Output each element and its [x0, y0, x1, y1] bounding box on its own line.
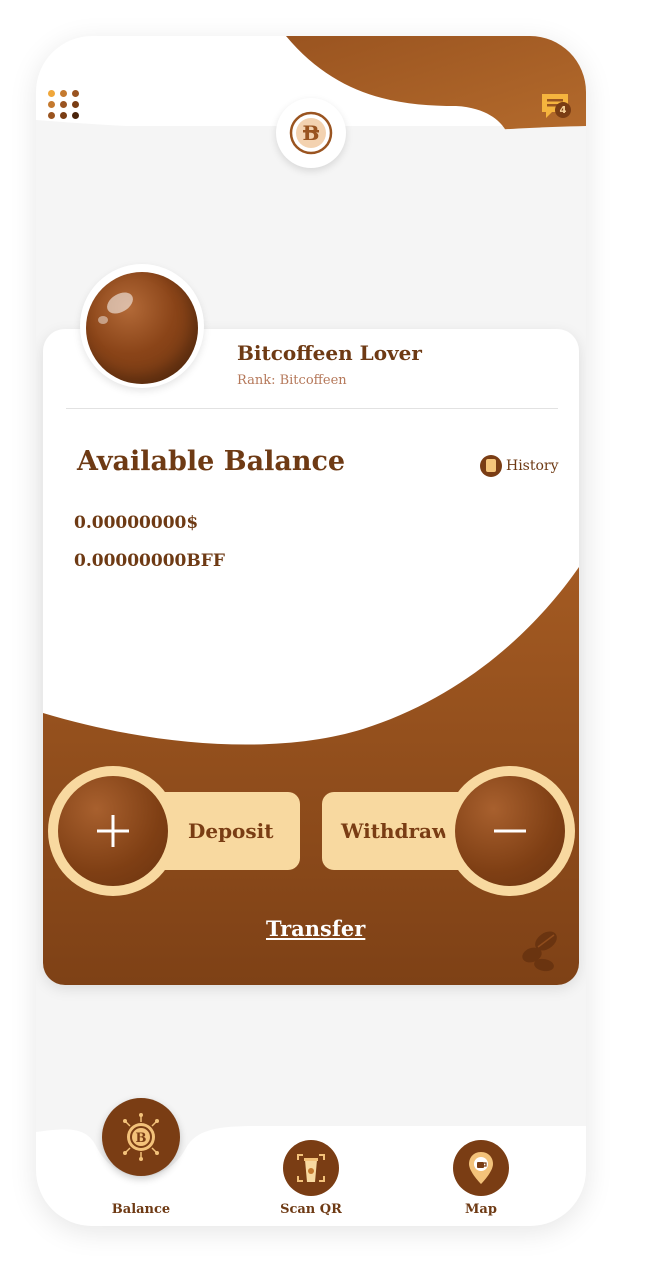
nav-map-label[interactable]: Map [441, 1202, 521, 1217]
map-pin-coffee-icon [469, 1152, 493, 1184]
history-label: History [506, 458, 559, 474]
messages-badge: 4 [555, 102, 571, 118]
history-icon [480, 455, 502, 477]
svg-text:B: B [136, 1131, 147, 1146]
nav-balance-label[interactable]: Balance [101, 1202, 181, 1217]
nav-balance-button[interactable]: B [102, 1098, 180, 1176]
bitcoffee-logo-icon: B [289, 111, 333, 155]
divider [66, 408, 558, 409]
menu-grid-icon[interactable] [48, 90, 84, 120]
plus-icon [97, 815, 129, 847]
nav-scan-qr-button[interactable] [283, 1140, 339, 1196]
balance-title: Available Balance [77, 446, 346, 477]
phone-screen: 4 B Bitcoffeen Lover Rank: Bitcoffeen Av… [36, 36, 586, 1226]
minus-icon [494, 829, 526, 833]
balance-usd: 0.00000000$ [74, 513, 199, 533]
balance-bff: 0.00000000BFF [74, 551, 225, 571]
bitcoffee-coin-icon: B [123, 1113, 159, 1161]
deposit-label: Deposit [188, 819, 274, 843]
withdraw-minus-button[interactable] [445, 766, 575, 896]
coffee-beans-icon [522, 931, 557, 972]
user-rank: Rank: Bitcoffeen [237, 373, 347, 388]
nav-map-button[interactable] [453, 1140, 509, 1196]
user-name: Bitcoffeen Lover [237, 341, 422, 365]
history-button[interactable]: History [480, 454, 559, 478]
nav-scan-qr-label[interactable]: Scan QR [271, 1202, 351, 1217]
avatar[interactable] [86, 272, 198, 384]
svg-text:B: B [303, 121, 320, 145]
transfer-link[interactable]: Transfer [266, 916, 365, 941]
coffee-cup-qr-icon [297, 1154, 325, 1182]
withdraw-label: Withdraw [341, 819, 450, 843]
deposit-plus-button[interactable] [48, 766, 178, 896]
app-logo[interactable]: B [276, 98, 346, 168]
